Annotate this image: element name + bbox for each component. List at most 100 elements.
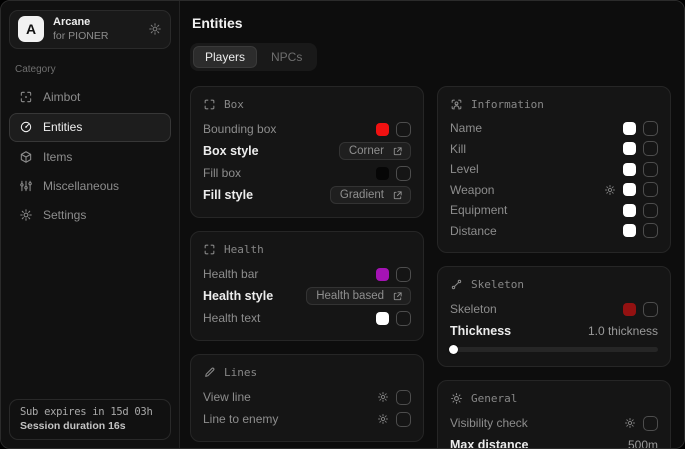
dropdown-value: Health based <box>316 290 384 302</box>
panel-skeleton: Skeleton Skeleton Thickness 1.0 thicknes… <box>437 266 671 367</box>
sidebar-item-settings[interactable]: Settings <box>9 202 171 229</box>
panel-title: General <box>471 392 517 405</box>
sidebar-item-label: Entities <box>43 120 82 134</box>
expand-icon <box>392 146 403 157</box>
checkbox[interactable] <box>643 162 658 177</box>
gear-icon[interactable] <box>377 413 389 425</box>
checkbox[interactable] <box>643 141 658 156</box>
setting-label: Health text <box>203 311 260 325</box>
setting-row-visibility-check: Visibility check <box>450 412 658 434</box>
setting-label: Level <box>450 162 479 176</box>
sidebar: A Arcane for PIONER Category Aimbot Enti… <box>1 1 180 448</box>
checkbox[interactable] <box>396 267 411 282</box>
checkbox[interactable] <box>396 122 411 137</box>
slider-thumb[interactable] <box>449 345 458 354</box>
radar-icon <box>19 120 33 134</box>
color-swatch[interactable] <box>623 303 636 316</box>
panel-information: Information Name Kill <box>437 86 671 253</box>
max-distance-value: 500m <box>628 438 658 448</box>
color-swatch[interactable] <box>376 167 389 180</box>
setting-row-max-distance: Max distance 500m <box>450 434 658 448</box>
color-swatch[interactable] <box>623 122 636 135</box>
color-swatch[interactable] <box>623 224 636 237</box>
gear-icon[interactable] <box>377 391 389 403</box>
panel-lines: Lines View line Line to enemy <box>190 354 424 442</box>
checkbox[interactable] <box>643 223 658 238</box>
dropdown-value: Corner <box>349 145 384 157</box>
panel-general: General Visibility check Max distance 50… <box>437 380 671 448</box>
setting-row-fill-style: Fill style Gradient <box>203 184 411 206</box>
sidebar-item-miscellaneous[interactable]: Miscellaneous <box>9 173 171 200</box>
cube-icon <box>19 150 33 164</box>
checkbox[interactable] <box>643 416 658 431</box>
setting-label: Fill style <box>203 188 253 202</box>
color-swatch[interactable] <box>376 312 389 325</box>
app-header-card: A Arcane for PIONER <box>9 10 171 49</box>
checkbox[interactable] <box>643 203 658 218</box>
fill-style-dropdown[interactable]: Gradient <box>330 186 411 204</box>
thickness-slider[interactable] <box>450 347 658 352</box>
person-scan-icon <box>450 98 463 111</box>
setting-label: Line to enemy <box>203 412 278 426</box>
panel-title: Lines <box>224 366 257 379</box>
color-swatch[interactable] <box>376 123 389 136</box>
setting-label: View line <box>203 390 251 404</box>
gear-icon[interactable] <box>624 417 636 429</box>
expand-icon <box>392 291 403 302</box>
dropdown-value: Gradient <box>340 189 384 201</box>
app-window: A Arcane for PIONER Category Aimbot Enti… <box>0 0 685 449</box>
panel-title: Information <box>471 98 544 111</box>
sidebar-item-aimbot[interactable]: Aimbot <box>9 84 171 111</box>
gear-icon[interactable] <box>604 184 616 196</box>
subscription-info: Sub expires in 15d 03h Session duration … <box>9 399 171 440</box>
app-subtitle: for PIONER <box>53 30 108 43</box>
setting-row-box-style: Box style Corner <box>203 140 411 162</box>
checkbox[interactable] <box>643 302 658 317</box>
setting-label: Skeleton <box>450 302 497 316</box>
checkbox[interactable] <box>396 311 411 326</box>
color-swatch[interactable] <box>623 204 636 217</box>
checkbox[interactable] <box>396 390 411 405</box>
main-content: Entities Players NPCs Box Bounding box <box>180 1 684 448</box>
checkbox[interactable] <box>643 182 658 197</box>
health-style-dropdown[interactable]: Health based <box>306 287 411 305</box>
color-swatch[interactable] <box>623 163 636 176</box>
checkbox[interactable] <box>396 166 411 181</box>
setting-row-fill-box: Fill box <box>203 162 411 184</box>
sidebar-item-items[interactable]: Items <box>9 144 171 171</box>
setting-label: Name <box>450 121 482 135</box>
setting-row-thickness: Thickness 1.0 thickness <box>450 320 658 342</box>
thickness-value: 1.0 thickness <box>588 324 658 338</box>
setting-row-distance: Distance <box>450 221 658 242</box>
setting-row-level: Level <box>450 159 658 180</box>
setting-label: Health bar <box>203 267 258 281</box>
app-name: Arcane <box>53 16 108 30</box>
sidebar-item-label: Aimbot <box>43 90 80 104</box>
color-swatch[interactable] <box>623 183 636 196</box>
gear-icon <box>19 208 33 222</box>
expand-icon <box>392 190 403 201</box>
setting-label: Equipment <box>450 203 507 217</box>
setting-label: Max distance <box>450 438 529 448</box>
checkbox[interactable] <box>643 121 658 136</box>
gear-icon[interactable] <box>148 22 162 36</box>
sidebar-item-label: Items <box>43 150 72 164</box>
setting-label: Fill box <box>203 166 241 180</box>
tab-npcs[interactable]: NPCs <box>259 46 314 68</box>
session-duration-text: Session duration 16s <box>20 420 160 432</box>
box-style-dropdown[interactable]: Corner <box>339 142 411 160</box>
sidebar-item-entities[interactable]: Entities <box>9 113 171 142</box>
color-swatch[interactable] <box>376 268 389 281</box>
sliders-icon <box>19 179 33 193</box>
checkbox[interactable] <box>396 412 411 427</box>
bone-icon <box>450 278 463 291</box>
setting-label: Thickness <box>450 324 511 338</box>
color-swatch[interactable] <box>623 142 636 155</box>
sidebar-item-label: Settings <box>43 208 86 222</box>
page-title: Entities <box>192 15 671 31</box>
app-logo: A <box>18 16 44 42</box>
setting-label: Health style <box>203 289 273 303</box>
tab-players[interactable]: Players <box>193 46 257 68</box>
panel-box: Box Bounding box Box style Corne <box>190 86 424 218</box>
sun-icon <box>450 392 463 405</box>
